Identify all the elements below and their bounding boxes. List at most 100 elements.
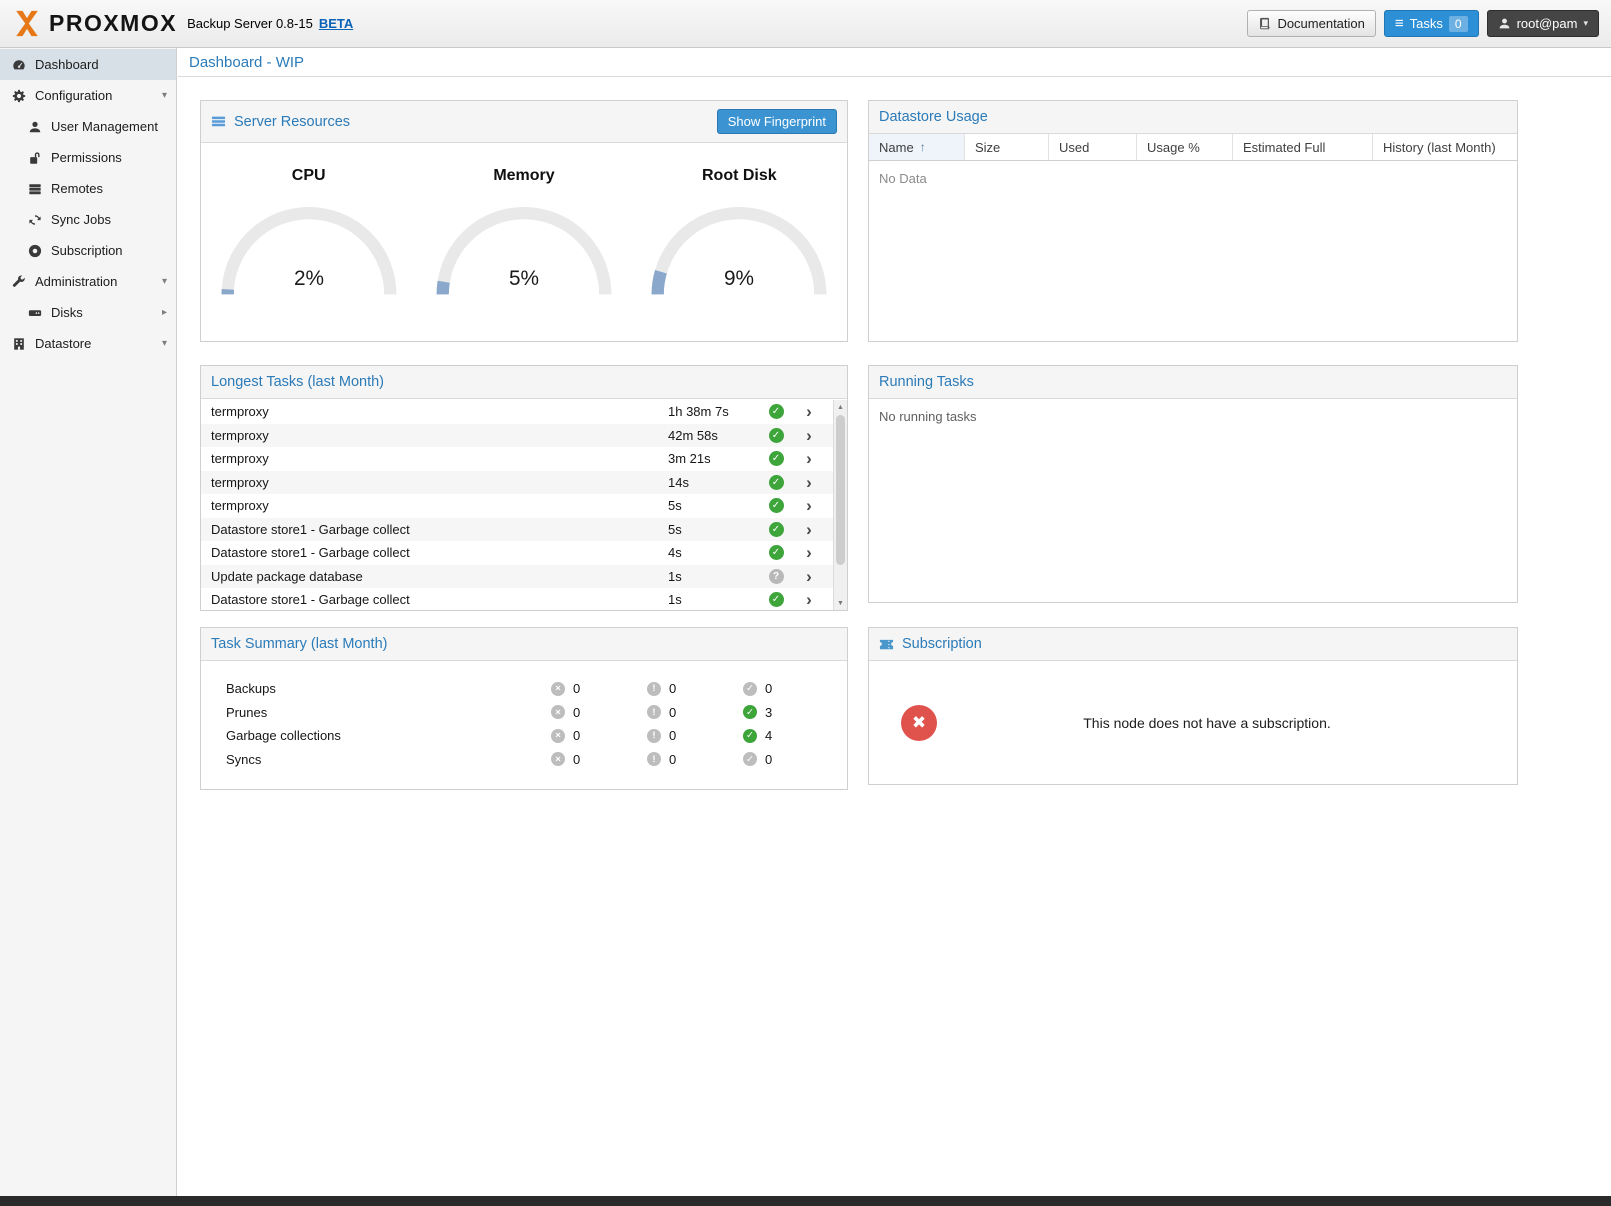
column-header-history[interactable]: History (last Month): [1373, 134, 1517, 160]
gauge-value: 5%: [509, 267, 539, 290]
sidebar-item-label: Subscription: [51, 243, 123, 258]
task-duration: 1h 38m 7s: [660, 404, 758, 419]
documentation-button[interactable]: Documentation: [1247, 10, 1375, 37]
beta-link[interactable]: BETA: [319, 16, 353, 31]
task-row[interactable]: termproxy 1h 38m 7s ›: [201, 400, 833, 424]
unlock-icon: [27, 151, 42, 165]
sidebar-item-configuration[interactable]: Configuration ▾: [0, 80, 176, 111]
wrench-icon: [11, 275, 26, 289]
task-status-icon: [769, 475, 784, 490]
column-header-usage[interactable]: Usage %: [1137, 134, 1233, 160]
gears-icon: [11, 89, 26, 103]
error-icon: [551, 705, 565, 719]
task-row[interactable]: Datastore store1 - Garbage collect 1s ›: [201, 588, 833, 612]
task-open-chevron-icon[interactable]: ›: [794, 474, 824, 491]
scroll-down-icon[interactable]: ▼: [834, 596, 847, 610]
sidebar-item-label: Datastore: [35, 336, 91, 351]
summary-label: Garbage collections: [226, 728, 551, 743]
task-status-icon: [769, 592, 784, 607]
hdd-icon: [27, 306, 42, 320]
task-duration: 42m 58s: [660, 428, 758, 443]
sidebar-item-sync-jobs[interactable]: Sync Jobs: [0, 204, 176, 235]
sidebar-item-datastore[interactable]: Datastore ▾: [0, 328, 176, 359]
sidebar-item-dashboard[interactable]: Dashboard: [0, 49, 176, 80]
vertical-scrollbar[interactable]: ▲ ▼: [833, 400, 847, 610]
remotes-icon: [27, 182, 42, 196]
task-row[interactable]: termproxy 5s ›: [201, 494, 833, 518]
task-open-chevron-icon[interactable]: ›: [794, 591, 824, 608]
panel-title: Task Summary (last Month): [211, 636, 387, 652]
task-open-chevron-icon[interactable]: ›: [794, 544, 824, 561]
column-header-estimated-full[interactable]: Estimated Full: [1233, 134, 1373, 160]
column-header-name[interactable]: Name ↑: [869, 134, 965, 160]
sidebar-item-label: Configuration: [35, 88, 112, 103]
tasks-button[interactable]: ≡ Tasks 0: [1384, 10, 1479, 37]
page-title: Dashboard - WIP: [189, 54, 304, 71]
datastore-usage-header: Datastore Usage: [869, 101, 1517, 134]
task-duration: 5s: [660, 522, 758, 537]
error-count: 0: [573, 681, 580, 696]
user-menu-button[interactable]: root@pam ▾: [1487, 10, 1599, 37]
ok-count: 3: [765, 705, 772, 720]
sidebar-item-disks[interactable]: Disks ▸: [0, 297, 176, 328]
task-row[interactable]: Datastore store1 - Garbage collect 5s ›: [201, 518, 833, 542]
error-count: 0: [573, 752, 580, 767]
datastore-table-header: Name ↑ Size Used Usage % Estimated Full …: [869, 134, 1517, 161]
task-open-chevron-icon[interactable]: ›: [794, 403, 824, 420]
ok-icon: [743, 729, 757, 743]
datastore-usage-panel: Datastore Usage Name ↑ Size Used Usage %…: [868, 100, 1518, 342]
sidebar-item-label: Sync Jobs: [51, 212, 111, 227]
task-name: termproxy: [201, 498, 660, 513]
gauge-label: Root Disk: [702, 167, 777, 185]
chevron-down-icon: ▾: [1583, 18, 1588, 29]
task-row[interactable]: termproxy 14s ›: [201, 471, 833, 495]
scrollbar-thumb[interactable]: [836, 415, 845, 565]
summary-label: Syncs: [226, 752, 551, 767]
show-fingerprint-button[interactable]: Show Fingerprint: [717, 109, 837, 134]
task-summary-panel: Task Summary (last Month) Backups 0 0 0 …: [200, 627, 848, 790]
product-version: Backup Server 0.8-15: [187, 16, 313, 31]
running-tasks-panel: Running Tasks No running tasks: [868, 365, 1518, 603]
sort-ascending-icon: ↑: [920, 140, 926, 154]
task-open-chevron-icon[interactable]: ›: [794, 450, 824, 467]
task-name: termproxy: [201, 428, 660, 443]
task-list-icon: ≡: [1395, 16, 1404, 31]
sidebar-item-subscription[interactable]: Subscription: [0, 235, 176, 266]
panel-title: Datastore Usage: [879, 109, 988, 125]
sidebar-item-label: Disks: [51, 305, 83, 320]
sidebar-item-user-management[interactable]: User Management: [0, 111, 176, 142]
task-name: termproxy: [201, 475, 660, 490]
task-row[interactable]: Update package database 1s ›: [201, 565, 833, 589]
longest-tasks-panel: Longest Tasks (last Month) termproxy 1h …: [200, 365, 848, 611]
task-open-chevron-icon[interactable]: ›: [794, 568, 824, 585]
ok-count: 0: [765, 681, 772, 696]
task-duration: 5s: [660, 498, 758, 513]
sidebar-item-administration[interactable]: Administration ▾: [0, 266, 176, 297]
panel-title: Server Resources: [234, 114, 350, 130]
task-row[interactable]: termproxy 42m 58s ›: [201, 424, 833, 448]
panel-title: Running Tasks: [879, 374, 974, 390]
task-status-icon: [769, 545, 784, 560]
task-status-icon: [769, 498, 784, 513]
user-menu-label: root@pam: [1517, 16, 1578, 31]
datastore-icon: [11, 337, 26, 351]
ticket-icon: [879, 637, 894, 652]
scroll-up-icon[interactable]: ▲: [834, 400, 847, 414]
error-icon: [551, 752, 565, 766]
gauge-value: 2%: [294, 267, 324, 290]
top-bar: PROXMOX Backup Server 0.8-15 BETA Docume…: [0, 0, 1611, 48]
task-row[interactable]: termproxy 3m 21s ›: [201, 447, 833, 471]
task-name: Datastore store1 - Garbage collect: [201, 592, 660, 607]
task-open-chevron-icon[interactable]: ›: [794, 427, 824, 444]
task-open-chevron-icon[interactable]: ›: [794, 497, 824, 514]
task-open-chevron-icon[interactable]: ›: [794, 521, 824, 538]
task-row[interactable]: Datastore store1 - Garbage collect 4s ›: [201, 541, 833, 565]
server-resources-header: Server Resources Show Fingerprint: [201, 101, 847, 143]
sidebar-item-permissions[interactable]: Permissions: [0, 142, 176, 173]
tasks-count-badge: 0: [1449, 16, 1468, 32]
column-header-size[interactable]: Size: [965, 134, 1049, 160]
summary-row: Prunes 0 0 3: [201, 701, 847, 725]
warning-count: 0: [669, 681, 676, 696]
column-header-used[interactable]: Used: [1049, 134, 1137, 160]
sidebar-item-remotes[interactable]: Remotes: [0, 173, 176, 204]
